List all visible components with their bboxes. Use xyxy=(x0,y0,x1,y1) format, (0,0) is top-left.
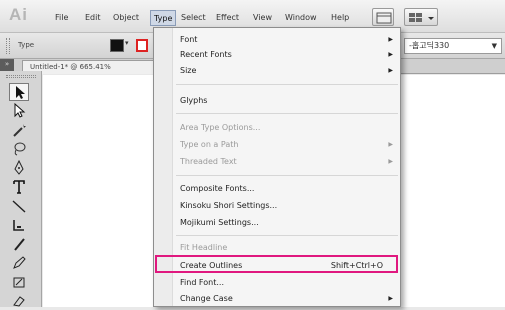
control-bar-grip[interactable] xyxy=(6,38,10,54)
arrange-documents-button[interactable] xyxy=(404,8,438,26)
arrange-documents-icon xyxy=(409,13,434,22)
menu-separator xyxy=(176,113,398,114)
submenu-arrow-icon: ▶ xyxy=(388,36,393,43)
collapse-panel-icon[interactable]: » xyxy=(0,59,14,71)
eraser-tool[interactable] xyxy=(9,292,29,310)
menu-item-label: Type on a Path xyxy=(180,140,239,149)
submenu-arrow-icon: ▶ xyxy=(388,295,393,302)
menu-item-area-type-options: Area Type Options... xyxy=(173,120,400,135)
menu-item-glyphs[interactable]: Glyphs xyxy=(173,93,400,108)
bridge-icon xyxy=(376,12,392,24)
selection-tool-icon xyxy=(16,86,25,99)
submenu-arrow-icon: ▶ xyxy=(388,141,393,148)
menu-edit[interactable]: Edit xyxy=(82,10,104,26)
magic-wand-tool-icon xyxy=(13,124,26,137)
lasso-tool[interactable] xyxy=(9,140,29,158)
menu-item-label: Threaded Text xyxy=(180,157,237,166)
direct-selection-tool-icon xyxy=(14,103,26,118)
menu-separator xyxy=(176,175,398,176)
menu-view[interactable]: View xyxy=(250,10,275,26)
menu-item-mojikumi-settings[interactable]: Mojikumi Settings... xyxy=(173,215,400,230)
menu-type[interactable]: Type xyxy=(150,10,177,26)
line-tool[interactable] xyxy=(9,197,29,215)
type-tool[interactable] xyxy=(9,178,29,196)
menu-item-fit-headline: Fit Headline xyxy=(173,240,400,255)
pencil-tool-icon xyxy=(13,256,26,269)
menu-effect[interactable]: Effect xyxy=(213,10,242,26)
paintbrush-tool-icon xyxy=(14,238,25,251)
blob-brush-tool[interactable] xyxy=(9,273,29,291)
menu-separator xyxy=(176,235,398,236)
menu-item-label: Mojikumi Settings... xyxy=(180,218,259,227)
paintbrush-tool[interactable] xyxy=(9,235,29,253)
menu-item-label: Area Type Options... xyxy=(180,123,261,132)
document-tab[interactable]: Untitled-1* @ 665.41% xyxy=(22,60,164,74)
menu-item-label: Find Font... xyxy=(180,278,224,287)
menu-item-type-on-a-path: Type on a Path ▶ xyxy=(173,137,400,152)
menu-object[interactable]: Object xyxy=(110,10,142,26)
fill-color-swatch[interactable] xyxy=(110,39,124,52)
menu-item-kinsoku-shori-settings[interactable]: Kinsoku Shori Settings... xyxy=(173,198,400,213)
menu-item-label: Size xyxy=(180,66,197,75)
menu-select[interactable]: Select xyxy=(178,10,209,26)
rectangle-tool-icon xyxy=(13,220,24,231)
menu-separator xyxy=(176,84,398,85)
blob-brush-tool-icon xyxy=(13,277,25,288)
create-outlines-highlight xyxy=(155,255,398,273)
submenu-arrow-icon: ▶ xyxy=(388,51,393,58)
menu-item-font[interactable]: Font ▶ xyxy=(173,32,400,47)
lasso-tool-icon xyxy=(14,142,26,156)
fill-dropdown-icon[interactable]: ▾ xyxy=(125,39,129,47)
rectangle-tool[interactable] xyxy=(9,216,29,234)
menu-item-recent-fonts[interactable]: Recent Fonts ▶ xyxy=(173,47,400,62)
menu-item-find-font[interactable]: Find Font... xyxy=(173,275,400,290)
selection-tool[interactable] xyxy=(9,83,29,101)
menu-window[interactable]: Window xyxy=(282,10,320,26)
menu-item-size[interactable]: Size ▶ xyxy=(173,63,400,78)
menu-item-change-case[interactable]: Change Case ▶ xyxy=(173,291,400,306)
magic-wand-tool[interactable] xyxy=(9,121,29,139)
menu-item-label: Fit Headline xyxy=(180,243,228,252)
menu-item-label: Composite Fonts... xyxy=(180,184,255,193)
app-logo: Ai xyxy=(9,5,28,24)
type-tool-icon xyxy=(13,180,25,194)
stroke-color-swatch[interactable] xyxy=(136,39,148,52)
menu-help[interactable]: Help xyxy=(328,10,352,26)
menu-item-label: Glyphs xyxy=(180,96,208,105)
pen-tool[interactable] xyxy=(9,159,29,177)
pencil-tool[interactable] xyxy=(9,254,29,272)
menu-item-label: Recent Fonts xyxy=(180,50,232,59)
pen-tool-icon xyxy=(14,160,24,175)
direct-selection-tool[interactable] xyxy=(9,102,29,120)
menu-item-label: Change Case xyxy=(180,294,233,303)
menu-item-threaded-text: Threaded Text ▶ xyxy=(173,154,400,169)
bridge-button[interactable] xyxy=(372,8,394,26)
tools-panel-grip[interactable] xyxy=(6,75,36,78)
menu-item-composite-fonts[interactable]: Composite Fonts... xyxy=(173,181,400,196)
font-family-select[interactable]: -홉고딕330 ▼ xyxy=(404,38,502,54)
menu-item-label: Font xyxy=(180,35,198,44)
chevron-down-icon: ▼ xyxy=(491,42,497,50)
submenu-arrow-icon: ▶ xyxy=(388,67,393,74)
tools-panel xyxy=(0,71,42,307)
submenu-arrow-icon: ▶ xyxy=(388,158,393,165)
font-family-value: -홉고딕330 xyxy=(409,41,450,50)
menu-file[interactable]: File xyxy=(52,10,71,26)
menu-item-label: Kinsoku Shori Settings... xyxy=(180,201,278,210)
control-bar-label: Type xyxy=(18,41,35,49)
line-tool-icon xyxy=(12,200,26,213)
